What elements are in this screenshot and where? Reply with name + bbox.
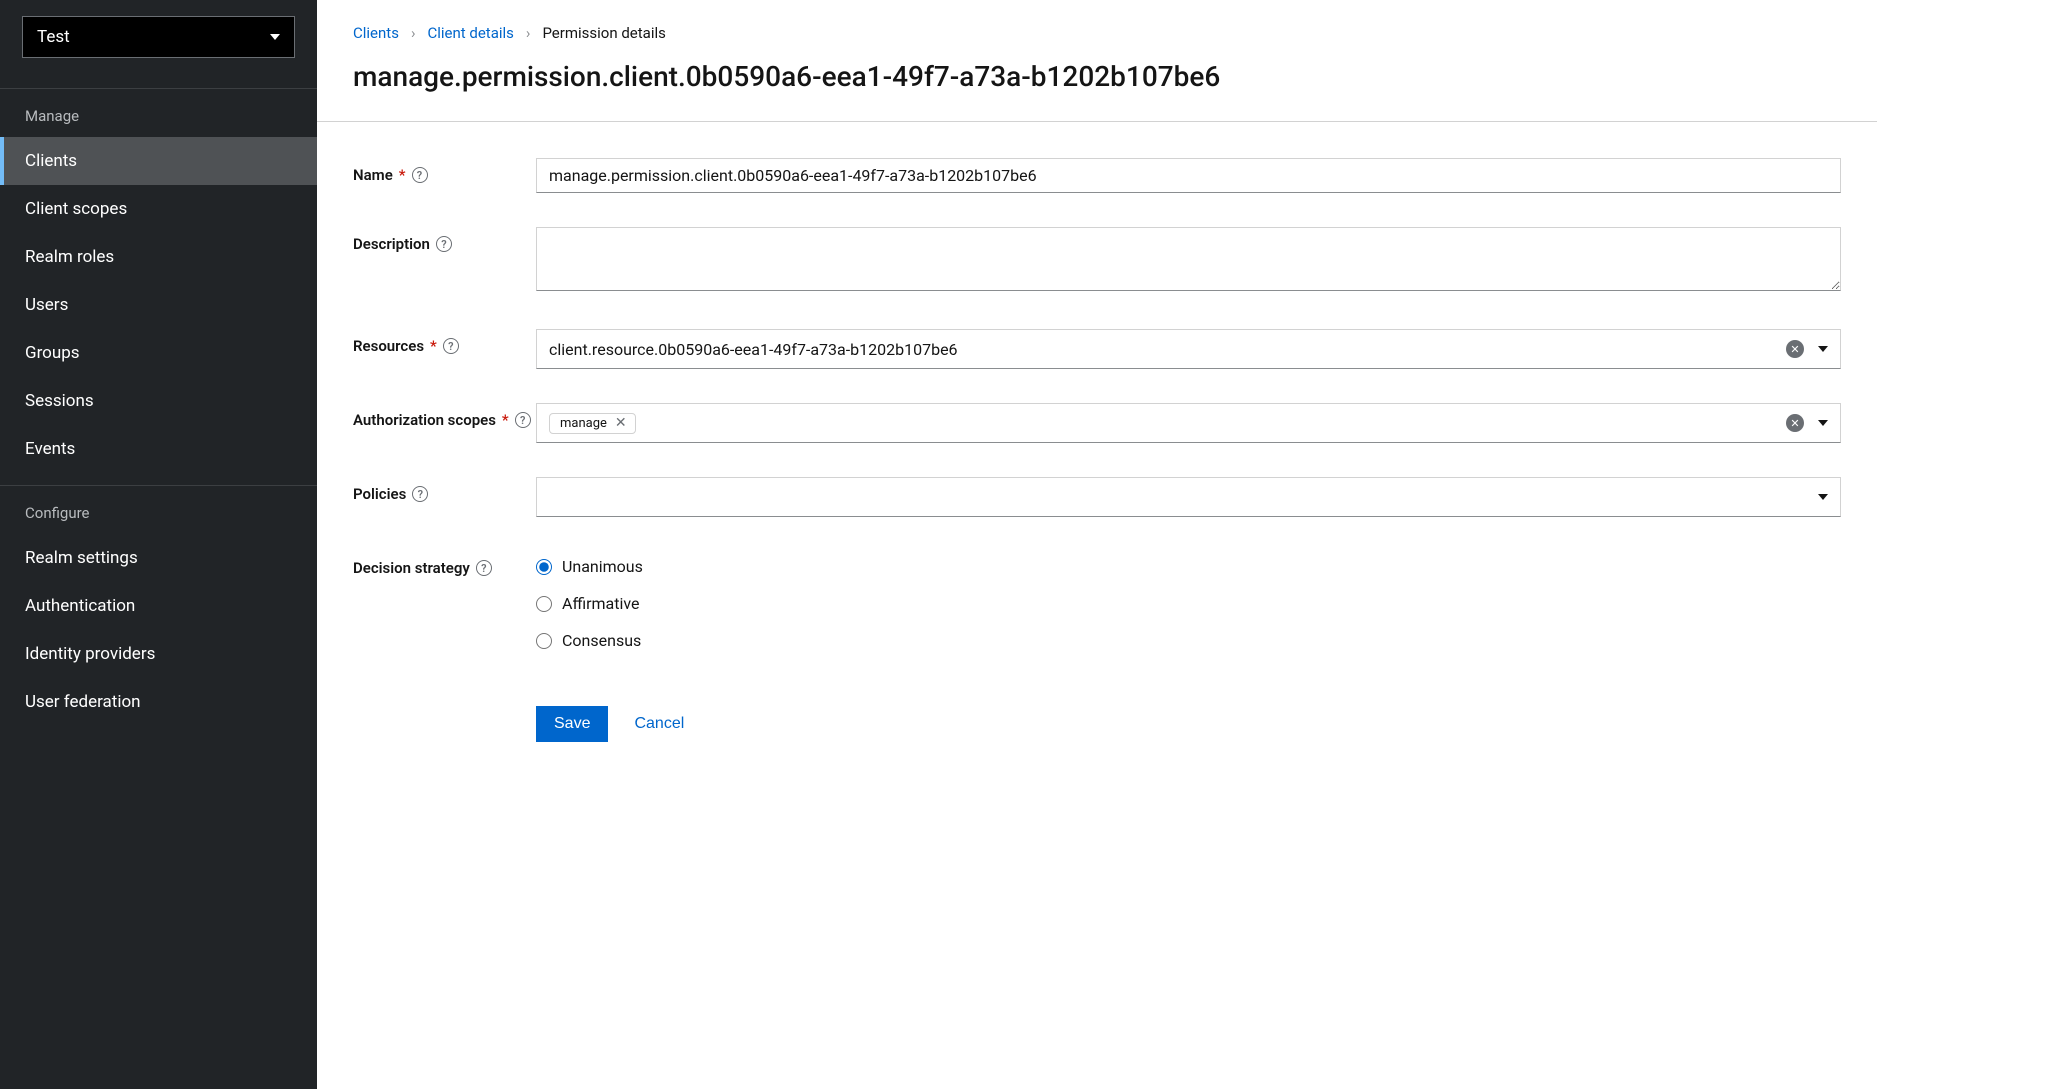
caret-down-icon xyxy=(1818,494,1828,500)
name-input[interactable] xyxy=(536,158,1841,193)
sidebar-item-authentication[interactable]: Authentication xyxy=(0,582,317,630)
sidebar-item-groups[interactable]: Groups xyxy=(0,329,317,377)
save-button[interactable]: Save xyxy=(536,706,608,742)
sidebar-item-label: User federation xyxy=(25,692,141,712)
radio-input-affirmative[interactable] xyxy=(536,596,552,612)
sidebar-item-label: Events xyxy=(25,439,75,459)
policies-select[interactable] xyxy=(536,477,1841,517)
radio-input-consensus[interactable] xyxy=(536,633,552,649)
sidebar-item-label: Identity providers xyxy=(25,644,155,664)
sidebar-item-sessions[interactable]: Sessions xyxy=(0,377,317,425)
form-row-auth-scopes: Authorization scopes * ? manage ✕ ✕ xyxy=(353,403,1841,443)
breadcrumb: Clients › Client details › Permission de… xyxy=(353,24,1841,42)
sidebar-item-label: Realm settings xyxy=(25,548,138,568)
form-row-resources: Resources * ? client.resource.0b0590a6-e… xyxy=(353,329,1841,369)
sidebar-divider xyxy=(0,88,317,89)
description-input[interactable] xyxy=(536,227,1841,291)
sidebar-item-label: Client scopes xyxy=(25,199,127,219)
required-icon: * xyxy=(502,411,509,429)
sidebar-item-label: Groups xyxy=(25,343,80,363)
radio-label: Unanimous xyxy=(562,557,643,576)
form-row-policies: Policies ? xyxy=(353,477,1841,517)
sidebar-section-manage: Manage xyxy=(0,95,317,137)
realm-selector[interactable]: Test xyxy=(22,16,295,58)
sidebar: Test Manage Clients Client scopes Realm … xyxy=(0,0,317,1089)
scope-chip: manage ✕ xyxy=(549,413,636,434)
radio-consensus[interactable]: Consensus xyxy=(536,631,1841,650)
help-icon[interactable]: ? xyxy=(476,560,492,576)
scope-chip-label: manage xyxy=(560,416,607,431)
chevron-right-icon: › xyxy=(411,24,416,42)
help-icon[interactable]: ? xyxy=(436,236,452,252)
sidebar-item-identity-providers[interactable]: Identity providers xyxy=(0,630,317,678)
section-divider xyxy=(317,121,1877,122)
label-decision: Decision strategy xyxy=(353,559,470,577)
help-icon[interactable]: ? xyxy=(412,167,428,183)
help-icon[interactable]: ? xyxy=(412,486,428,502)
resources-select[interactable]: client.resource.0b0590a6-eea1-49f7-a73a-… xyxy=(536,329,1841,369)
auth-scopes-select[interactable]: manage ✕ ✕ xyxy=(536,403,1841,443)
cancel-button[interactable]: Cancel xyxy=(630,706,688,742)
label-name: Name xyxy=(353,166,393,184)
form-row-name: Name * ? xyxy=(353,158,1841,193)
help-icon[interactable]: ? xyxy=(443,338,459,354)
radio-label: Consensus xyxy=(562,631,641,650)
resources-value: client.resource.0b0590a6-eea1-49f7-a73a-… xyxy=(549,340,958,359)
required-icon: * xyxy=(399,166,406,184)
form-row-decision: Decision strategy ? Unanimous Affirmativ… xyxy=(353,551,1841,650)
caret-down-icon xyxy=(270,34,280,40)
main-content: Clients › Client details › Permission de… xyxy=(317,0,2069,1089)
realm-selector-value: Test xyxy=(37,27,70,47)
caret-down-icon xyxy=(1818,420,1828,426)
breadcrumb-link-client-details[interactable]: Client details xyxy=(427,24,513,42)
required-icon: * xyxy=(430,337,437,355)
sidebar-item-label: Users xyxy=(25,295,68,315)
label-policies: Policies xyxy=(353,485,406,503)
sidebar-item-label: Sessions xyxy=(25,391,94,411)
sidebar-item-events[interactable]: Events xyxy=(0,425,317,473)
label-auth-scopes: Authorization scopes xyxy=(353,411,496,429)
chevron-right-icon: › xyxy=(526,24,531,42)
page-title: manage.permission.client.0b0590a6-eea1-4… xyxy=(353,60,1841,93)
form-row-description: Description ? xyxy=(353,227,1841,295)
label-resources: Resources xyxy=(353,337,424,355)
sidebar-item-label: Clients xyxy=(25,151,77,171)
clear-icon[interactable]: ✕ xyxy=(1786,340,1804,358)
clear-icon[interactable]: ✕ xyxy=(1786,414,1804,432)
sidebar-item-users[interactable]: Users xyxy=(0,281,317,329)
radio-input-unanimous[interactable] xyxy=(536,559,552,575)
label-description: Description xyxy=(353,235,430,253)
help-icon[interactable]: ? xyxy=(515,412,531,428)
radio-affirmative[interactable]: Affirmative xyxy=(536,594,1841,613)
caret-down-icon xyxy=(1818,346,1828,352)
sidebar-section-configure: Configure xyxy=(0,492,317,534)
sidebar-item-realm-roles[interactable]: Realm roles xyxy=(0,233,317,281)
breadcrumb-current: Permission details xyxy=(542,24,665,42)
radio-unanimous[interactable]: Unanimous xyxy=(536,557,1841,576)
close-icon[interactable]: ✕ xyxy=(615,416,627,430)
sidebar-item-label: Authentication xyxy=(25,596,135,616)
decision-radio-group: Unanimous Affirmative Consensus xyxy=(536,551,1841,650)
form-actions: Save Cancel xyxy=(536,706,1841,742)
sidebar-divider xyxy=(0,485,317,486)
sidebar-item-client-scopes[interactable]: Client scopes xyxy=(0,185,317,233)
sidebar-item-user-federation[interactable]: User federation xyxy=(0,678,317,726)
sidebar-item-label: Realm roles xyxy=(25,247,114,267)
sidebar-item-realm-settings[interactable]: Realm settings xyxy=(0,534,317,582)
breadcrumb-link-clients[interactable]: Clients xyxy=(353,24,399,42)
sidebar-item-clients[interactable]: Clients xyxy=(0,137,317,185)
radio-label: Affirmative xyxy=(562,594,640,613)
